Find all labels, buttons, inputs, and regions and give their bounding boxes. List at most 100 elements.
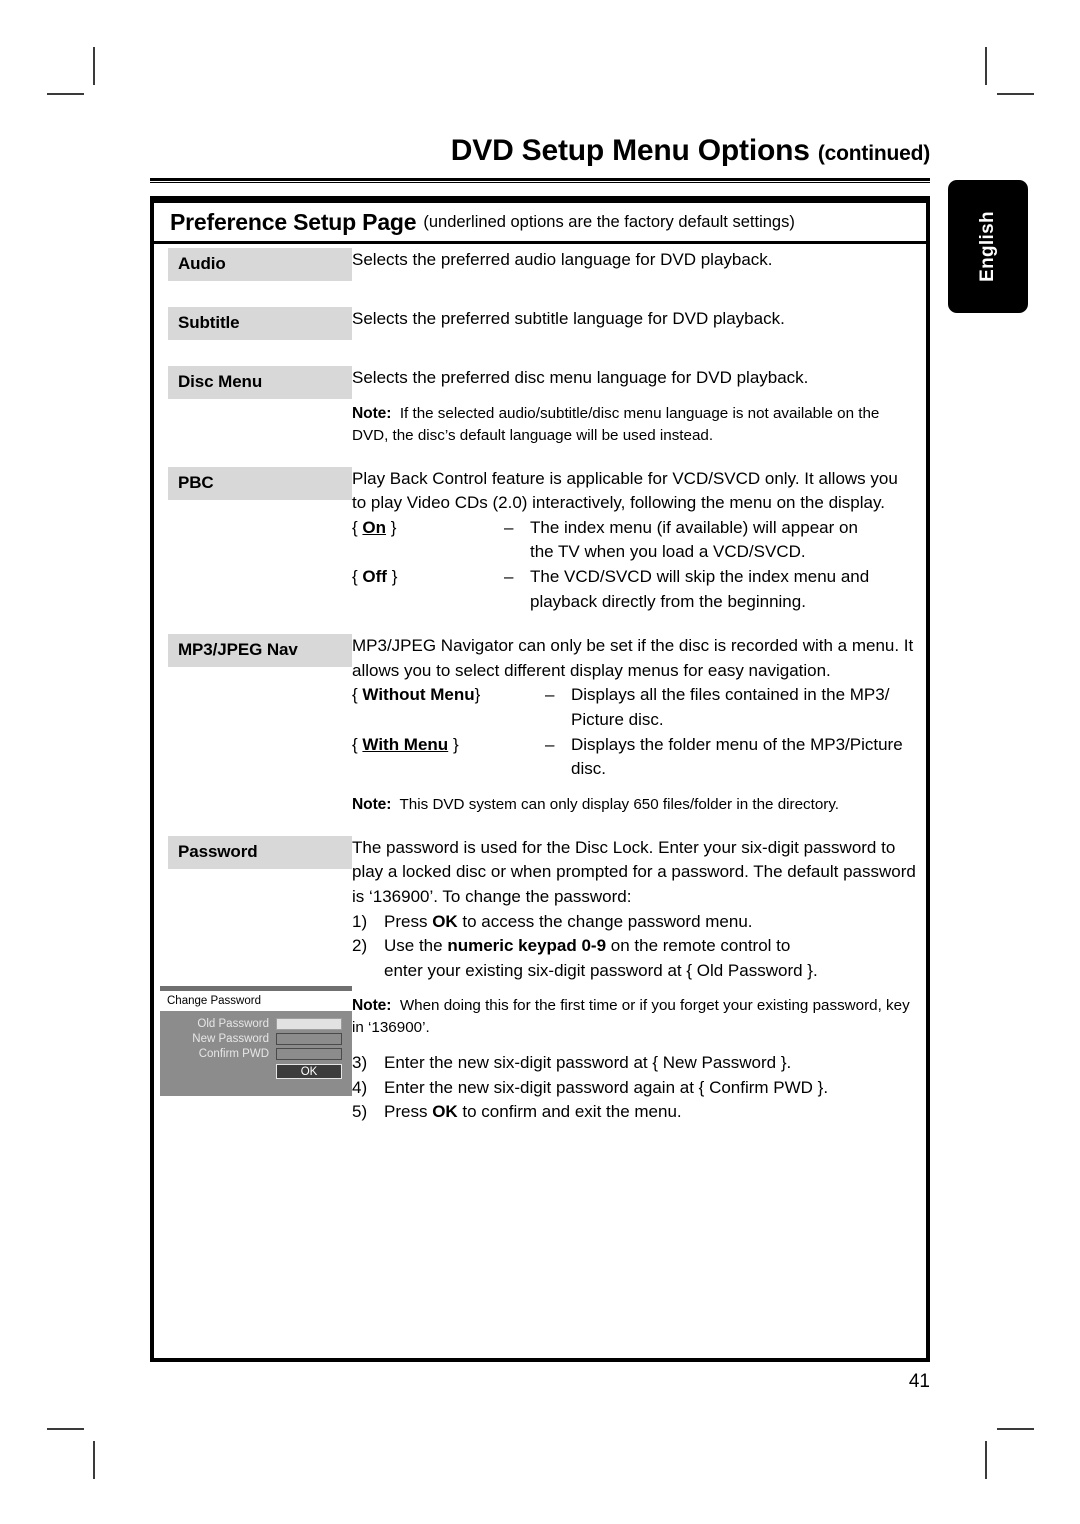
step-text-pre: Press xyxy=(384,911,433,931)
step-text-pre: Press xyxy=(384,1102,433,1122)
option-brace-open: { xyxy=(352,685,358,705)
option-dash: – xyxy=(504,566,514,586)
note-label: Note: xyxy=(352,997,392,1015)
crop-mark-bottom-right-vertical xyxy=(985,1441,987,1479)
step-text-post: to access the change password menu. xyxy=(457,911,753,931)
row-text-audio: Selects the preferred audio language for… xyxy=(352,250,773,269)
option-key-spacer xyxy=(352,590,504,615)
option-pbc-off-cont: playback directly from the beginning. xyxy=(352,590,916,615)
inner-spacer xyxy=(352,1039,916,1051)
confirm-pwd-input[interactable] xyxy=(276,1048,342,1060)
row-note-mp3-jpeg-nav: Note: This DVD system can only display 6… xyxy=(352,794,916,816)
page-title-continued: (continued) xyxy=(817,142,930,165)
option-key: { With Menu } xyxy=(352,733,545,758)
dialog-field-label: Confirm PWD xyxy=(198,1048,269,1060)
option-without-menu-cont: Picture disc. xyxy=(352,708,916,733)
password-step-4: 4) Enter the new six-digit password agai… xyxy=(352,1076,916,1101)
crop-mark-top-right-horizontal xyxy=(997,93,1034,95)
row-spacer xyxy=(154,816,926,836)
row-label-cell: Subtitle xyxy=(154,307,352,340)
row-text-pbc: Play Back Control feature is applicable … xyxy=(352,468,898,513)
row-spacer xyxy=(154,340,926,366)
title-divider-rule xyxy=(150,178,930,183)
password-steps: 1) Press OK to access the change passwor… xyxy=(352,910,916,1126)
row-note-password: Note: When doing this for the first time… xyxy=(352,995,916,1039)
password-step-1: 1) Press OK to access the change passwor… xyxy=(352,910,916,935)
row-text-mp3-jpeg-nav: MP3/JPEG Navigator can only be set if th… xyxy=(352,636,914,680)
option-dash-spacer xyxy=(545,757,571,782)
option-brace-open: { xyxy=(352,734,358,754)
option-with-menu-cont: disc. xyxy=(352,757,916,782)
dialog-field-confirm-pwd: Confirm PWD xyxy=(160,1048,352,1060)
dialog-field-label: New Password xyxy=(192,1033,269,1045)
step-text-pre: Use the xyxy=(384,936,448,956)
section-header-note: (underlined options are the factory defa… xyxy=(423,212,795,231)
row-body-cell: MP3/JPEG Navigator can only be set if th… xyxy=(352,634,926,816)
step-text-bold: numeric keypad 0-9 xyxy=(447,936,607,956)
option-brace-open: { xyxy=(352,566,358,586)
change-password-dialog-screenshot: Change Password Old Password New Passwor… xyxy=(160,986,352,1096)
step-text: Enter the new six-digit password again a… xyxy=(384,1077,829,1097)
password-step-5: 5) Press OK to confirm and exit the menu… xyxy=(352,1100,916,1125)
row-label-cell: MP3/JPEG Nav xyxy=(154,634,352,668)
option-description-line2: disc. xyxy=(571,759,606,779)
row-text-subtitle: Selects the preferred subtitle language … xyxy=(352,309,785,328)
option-brace-close: } xyxy=(474,685,481,705)
page-title-main: DVD Setup Menu Options xyxy=(450,134,810,167)
option-pbc-off: { Off } – The VCD/SVCD will skip the ind… xyxy=(352,565,916,590)
table-row-disc-menu: Disc Menu Selects the preferred disc men… xyxy=(154,366,926,447)
row-label-cell: Password xyxy=(154,835,352,869)
step-text-post: on the remote control to xyxy=(606,936,791,956)
option-description-line2: Picture disc. xyxy=(571,709,664,729)
row-spacer xyxy=(154,447,926,467)
dialog-title-bar: Change Password xyxy=(160,991,352,1011)
password-step-3: 3) Enter the new six-digit password at {… xyxy=(352,1051,916,1076)
option-pbc-on-cont: the TV when you load a VCD/SVCD. xyxy=(352,540,916,565)
page-number: 41 xyxy=(908,1371,930,1392)
option-description: Displays the folder menu of the MP3/Pict… xyxy=(571,734,903,754)
section-header-title: Preference Setup Page xyxy=(170,208,417,235)
dialog-fields: Old Password New Password Confirm PWD OK xyxy=(160,1011,352,1079)
dialog-field-old-password: Old Password xyxy=(160,1018,352,1030)
step-text: Use the numeric keypad 0-9 on the remote… xyxy=(384,934,916,983)
row-label-cell: Disc Menu xyxy=(154,366,352,399)
option-key: { Off } xyxy=(352,565,504,590)
page-title: DVD Setup Menu Options (continued) xyxy=(150,134,930,168)
option-description: The VCD/SVCD will skip the index menu an… xyxy=(530,566,870,586)
row-body-cell: Play Back Control feature is applicable … xyxy=(352,467,926,615)
option-brace-close: } xyxy=(390,517,397,537)
option-brace-open: { xyxy=(352,517,358,537)
step-number: 2) xyxy=(352,936,368,956)
language-tab-label: English xyxy=(977,211,998,282)
option-dash: – xyxy=(545,734,555,754)
note-text: This DVD system can only display 650 fil… xyxy=(399,795,840,813)
old-password-input[interactable] xyxy=(276,1018,342,1030)
step-text: Enter the new six-digit password at { Ne… xyxy=(384,1053,792,1073)
row-spacer xyxy=(154,281,926,307)
row-note-disc-menu: Note: If the selected audio/subtitle/dis… xyxy=(352,403,916,447)
option-dash-spacer xyxy=(504,540,530,565)
step-number: 3) xyxy=(352,1053,368,1073)
dialog-field-label: Old Password xyxy=(197,1018,269,1030)
table-row-subtitle: Subtitle Selects the preferred subtitle … xyxy=(154,307,926,340)
new-password-input[interactable] xyxy=(276,1033,342,1045)
dialog-field-new-password: New Password xyxy=(160,1033,352,1045)
language-tab: English xyxy=(948,180,1028,313)
option-dash: – xyxy=(545,685,555,705)
option-pbc-on: { On } – The index menu (if available) w… xyxy=(352,516,916,541)
dialog-ok-button[interactable]: OK xyxy=(276,1064,342,1079)
option-with-menu: { With Menu } – Displays the folder menu… xyxy=(352,733,916,758)
row-label-subtitle: Subtitle xyxy=(168,307,352,340)
option-dash-spacer xyxy=(545,708,571,733)
step-text-line2: enter your existing six-digit password a… xyxy=(384,960,818,980)
row-label-cell: Audio xyxy=(154,248,352,281)
option-brace-close: } xyxy=(391,566,398,586)
inner-spacer xyxy=(352,782,916,794)
note-text: When doing this for the first time or if… xyxy=(352,997,910,1037)
step-number: 1) xyxy=(352,911,368,931)
option-dash-spacer xyxy=(504,590,530,615)
table-row-audio: Audio Selects the preferred audio langua… xyxy=(154,248,926,281)
option-description: The index menu (if available) will appea… xyxy=(530,517,858,537)
row-label-disc-menu: Disc Menu xyxy=(168,366,352,399)
step-text-post: to confirm and exit the menu. xyxy=(457,1102,682,1122)
